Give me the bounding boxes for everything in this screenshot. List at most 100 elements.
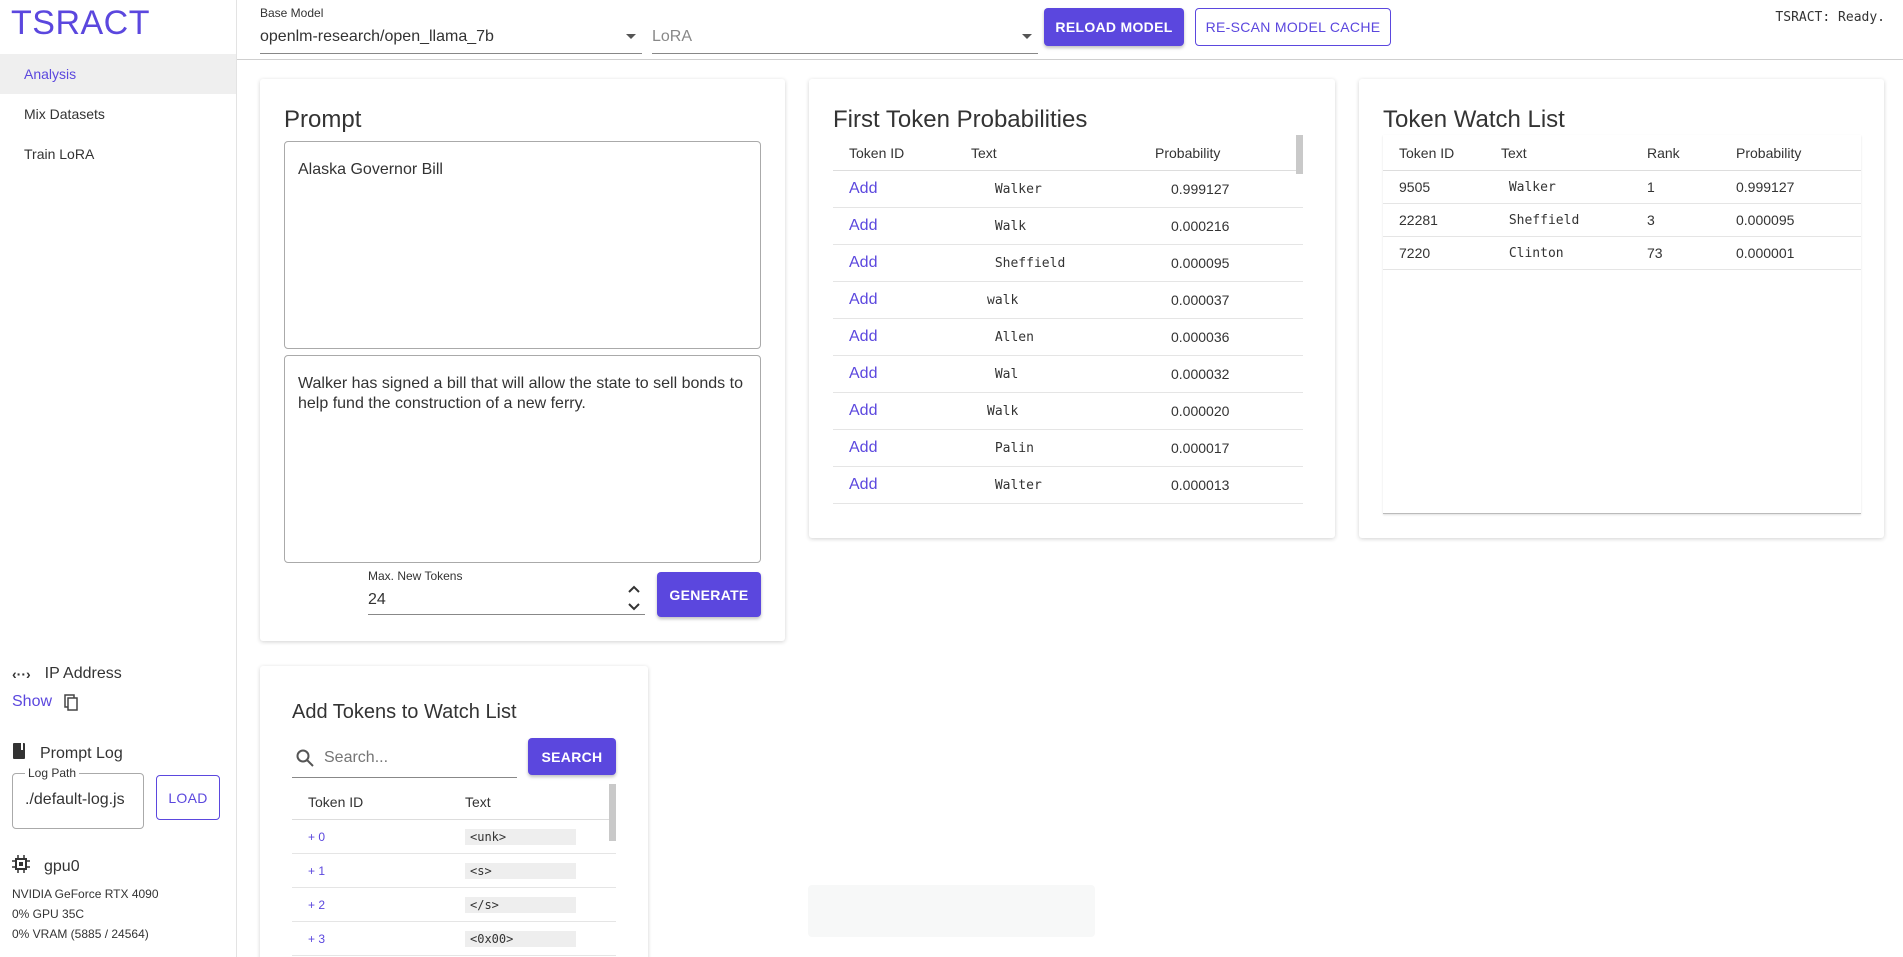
nav-item-mix-datasets[interactable]: Mix Datasets <box>0 94 236 134</box>
ip-show-link[interactable]: Show <box>12 693 52 711</box>
add-token-link[interactable]: Add <box>833 254 987 272</box>
add-tokens-table: Token ID Text + 0 <unk> + 1 <s> + 2 </s> + 3 <0… <box>292 784 616 957</box>
nav-menu: Analysis Mix Datasets Train LoRA <box>0 54 236 174</box>
book-icon <box>12 743 26 764</box>
log-path-field[interactable]: Log Path ./default-log.js <box>12 766 144 829</box>
token-text: Sheffield <box>987 255 1066 271</box>
scrollbar-thumb[interactable] <box>609 784 616 841</box>
sidebar: TSRACT Analysis Mix Datasets Train LoRA … <box>0 0 237 957</box>
token-rank: 1 <box>1647 179 1655 195</box>
col-rank: Rank <box>1647 144 1680 161</box>
token-text: Wal <box>987 366 1019 382</box>
max-tokens-field[interactable]: Max. New Tokens 24 <box>368 569 645 615</box>
add-tokens-title: Add Tokens to Watch List <box>292 701 517 723</box>
base-model-select[interactable]: Base Model openlm-research/open_llama_7b <box>260 0 642 54</box>
token-text: <unk> <box>465 829 576 845</box>
chip-icon <box>12 855 30 878</box>
add-token-link[interactable]: + 2 <box>292 898 465 912</box>
base-model-label: Base Model <box>260 6 324 20</box>
token-text: Clinton <box>1501 245 1564 261</box>
prompt-input[interactable]: Alaska Governor Bill <box>284 141 761 349</box>
ip-section: ‹··› IP Address Show <box>12 665 122 711</box>
add-token-link[interactable]: Add <box>833 402 987 420</box>
gpu-name: NVIDIA GeForce RTX 4090 <box>12 887 159 901</box>
add-token-link[interactable]: Add <box>833 291 987 309</box>
col-text: Text <box>971 144 997 161</box>
top-bar: Base Model openlm-research/open_llama_7b… <box>237 0 1903 60</box>
col-text: Text <box>1501 144 1527 161</box>
max-tokens-label: Max. New Tokens <box>368 569 463 583</box>
token-probability: 0.000013 <box>1171 477 1230 493</box>
token-probability: 0.000001 <box>1736 245 1795 261</box>
search-icon <box>296 749 314 770</box>
gpu-section: gpu0 NVIDIA GeForce RTX 4090 0% GPU 35C … <box>12 855 159 944</box>
first-token-table: Token ID Text Probability Add Walker 0.99… <box>833 135 1303 514</box>
nav-item-analysis[interactable]: Analysis <box>0 54 236 94</box>
token-probability: 0.000017 <box>1171 440 1230 456</box>
app-logo: TSRACT <box>11 4 150 42</box>
token-text: Walker <box>987 181 1042 197</box>
token-id: 9505 <box>1399 179 1431 195</box>
add-token-link[interactable]: Add <box>833 365 987 383</box>
gpu-title: gpu0 <box>44 857 80 875</box>
token-text: <0x00> <box>465 931 576 947</box>
add-token-link[interactable]: + 1 <box>292 864 465 878</box>
table-header: Token ID Text <box>292 784 616 820</box>
prompt-output[interactable]: Walker has signed a bill that will allow… <box>284 355 761 563</box>
watch-list-title: Token Watch List <box>1383 106 1565 133</box>
status-text: TSRACT: Ready. <box>1775 10 1885 25</box>
table-header: Token ID Text Rank Probability <box>1383 135 1861 171</box>
table-row: 7220 Clinton 73 0.000001 <box>1383 237 1861 270</box>
add-token-link[interactable]: Add <box>833 180 987 198</box>
token-probability: 0.000036 <box>1171 329 1230 345</box>
stepper-arrows-icon[interactable] <box>627 583 641 616</box>
token-text: Palin <box>987 440 1034 456</box>
token-text: Walter <box>987 477 1042 493</box>
token-text: Walk <box>987 403 1019 419</box>
token-probability: 0.000037 <box>1171 292 1230 308</box>
add-token-link[interactable]: + 0 <box>292 830 465 844</box>
gpu-vram: 0% VRAM (5885 / 24564) <box>12 927 149 941</box>
table-row: 22281 Sheffield 3 0.000095 <box>1383 204 1861 237</box>
col-token-id: Token ID <box>308 793 364 810</box>
watch-list-card: Token Watch List Token ID Text Rank Prob… <box>1359 79 1884 538</box>
token-text: Sheffield <box>1501 212 1580 228</box>
base-model-value: openlm-research/open_llama_7b <box>260 28 494 45</box>
first-token-title: First Token Probabilities <box>833 106 1088 133</box>
chevron-down-icon <box>1022 34 1032 39</box>
add-token-link[interactable]: Add <box>833 217 987 235</box>
gpu-usage: 0% GPU 35C <box>12 907 85 921</box>
token-text: walk <box>987 292 1019 308</box>
table-row: Add Walk 0.000020 <box>833 393 1303 430</box>
token-probability: 0.999127 <box>1736 179 1795 195</box>
token-search-input[interactable] <box>324 746 509 770</box>
table-row: 9505 Walker 1 0.999127 <box>1383 171 1861 204</box>
col-token-id: Token ID <box>849 144 905 161</box>
token-text: </s> <box>465 897 576 913</box>
add-token-link[interactable]: Add <box>833 328 987 346</box>
table-row: Add Walker 0.999127 <box>833 171 1303 208</box>
ip-title: IP Address <box>44 665 122 682</box>
reload-model-button[interactable]: RELOAD MODEL <box>1044 8 1184 46</box>
scrollbar-thumb[interactable] <box>1296 135 1303 174</box>
add-token-link[interactable]: + 3 <box>292 932 465 946</box>
add-token-link[interactable]: Add <box>833 439 987 457</box>
token-search-field[interactable] <box>292 738 517 778</box>
table-row: Add Sheffield 0.000095 <box>833 245 1303 282</box>
generate-button[interactable]: GENERATE <box>657 572 761 617</box>
add-token-link[interactable]: Add <box>833 476 987 494</box>
table-row: Add Walk 0.000216 <box>833 208 1303 245</box>
search-button[interactable]: SEARCH <box>528 738 616 775</box>
lora-select[interactable]: LoRA <box>652 0 1038 54</box>
lora-placeholder: LoRA <box>652 28 693 45</box>
token-probability: 0.000095 <box>1171 255 1230 271</box>
table-row: Add Allen 0.000036 <box>833 319 1303 356</box>
load-log-button[interactable]: LOAD <box>156 775 220 820</box>
nav-item-train-lora[interactable]: Train LoRA <box>0 134 236 174</box>
token-rank: 3 <box>1647 212 1655 228</box>
toast-snackbar <box>808 885 1095 937</box>
token-probability: 0.000216 <box>1171 218 1230 234</box>
rescan-cache-button[interactable]: RE-SCAN MODEL CACHE <box>1195 8 1391 46</box>
table-row: Add Walter 0.000013 <box>833 467 1303 504</box>
copy-icon[interactable] <box>64 694 78 711</box>
